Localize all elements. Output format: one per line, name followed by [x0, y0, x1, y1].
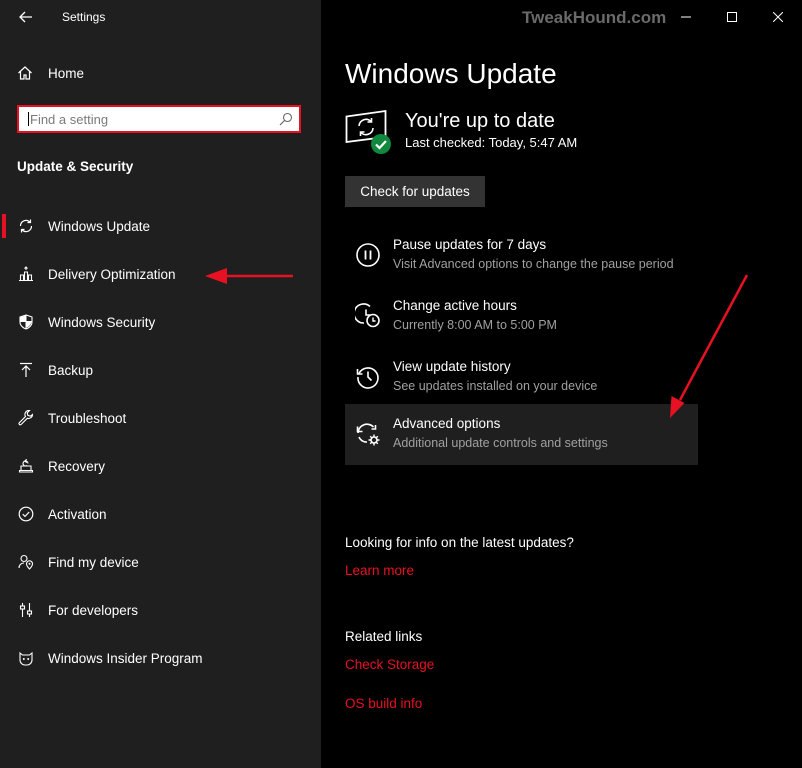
annotation-arrows — [205, 268, 749, 418]
annotation-arrow-left — [205, 268, 293, 284]
annotation-arrow-down — [670, 274, 749, 418]
